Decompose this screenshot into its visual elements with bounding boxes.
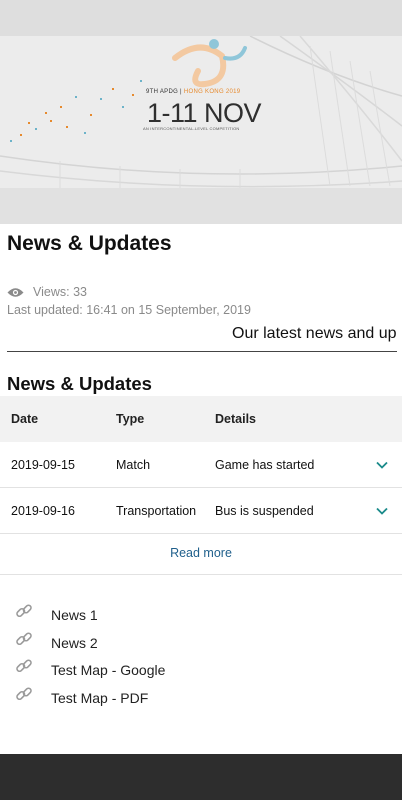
- banner-tagline: AN INTERCONTINENTAL-LEVEL COMPETITION: [143, 126, 240, 131]
- link-label[interactable]: News 1: [51, 607, 98, 623]
- read-more-link[interactable]: Read more: [0, 546, 402, 560]
- chevron-down-icon[interactable]: [376, 507, 388, 515]
- row-date: 2019-09-15: [11, 457, 75, 472]
- views-count: Views: 33: [7, 285, 87, 299]
- header-details: Details: [215, 412, 256, 426]
- news-table: Date Type Details 2019-09-15 Match Game …: [0, 396, 402, 575]
- eye-icon: [7, 287, 24, 297]
- chevron-down-icon[interactable]: [376, 461, 388, 469]
- table-header: Date Type Details: [0, 396, 402, 442]
- footer: [0, 754, 402, 800]
- event-banner: 9TH APDG | HONG KONG 2019 1-11 NOV AN IN…: [0, 36, 402, 188]
- header-type: Type: [116, 412, 145, 426]
- views-label: Views: 33: [33, 285, 87, 299]
- row-type: Transportation: [116, 503, 197, 518]
- news-marquee: Our latest news and up: [232, 325, 397, 342]
- link-icon: [16, 631, 32, 645]
- section-title: News & Updates: [7, 373, 152, 394]
- banner-dates: 1-11 NOV: [147, 98, 262, 128]
- link-icon: [16, 659, 32, 673]
- link-icon: [16, 686, 32, 700]
- table-row[interactable]: 2019-09-16 Transportation Bus is suspend…: [0, 488, 402, 534]
- banner-subtitle: 9TH APDG | HONG KONG 2019: [146, 89, 241, 95]
- list-item[interactable]: News 2: [0, 631, 402, 660]
- row-details: Game has started: [215, 457, 315, 472]
- table-row[interactable]: 2019-09-15 Match Game has started: [0, 442, 402, 488]
- divider: [7, 351, 397, 352]
- link-list: News 1 News 2 Test Map - Google Test Map…: [0, 604, 402, 714]
- list-item[interactable]: Test Map - Google: [0, 659, 402, 687]
- link-label[interactable]: News 2: [51, 635, 98, 651]
- header-date: Date: [11, 412, 39, 426]
- row-type: Match: [116, 457, 151, 472]
- link-icon: [16, 604, 32, 618]
- list-item[interactable]: Test Map - PDF: [0, 686, 402, 715]
- link-label[interactable]: Test Map - PDF: [51, 690, 148, 706]
- list-item[interactable]: News 1: [0, 604, 402, 632]
- read-more-row: Read more: [0, 534, 402, 575]
- link-label[interactable]: Test Map - Google: [51, 662, 165, 678]
- last-updated: Last updated: 16:41 on 15 September, 201…: [7, 303, 251, 317]
- top-bar: [0, 0, 402, 36]
- row-date: 2019-09-16: [11, 503, 75, 518]
- row-details: Bus is suspended: [215, 503, 314, 518]
- banner-bottom-strip: [0, 188, 402, 224]
- page-title: News & Updates: [7, 232, 172, 255]
